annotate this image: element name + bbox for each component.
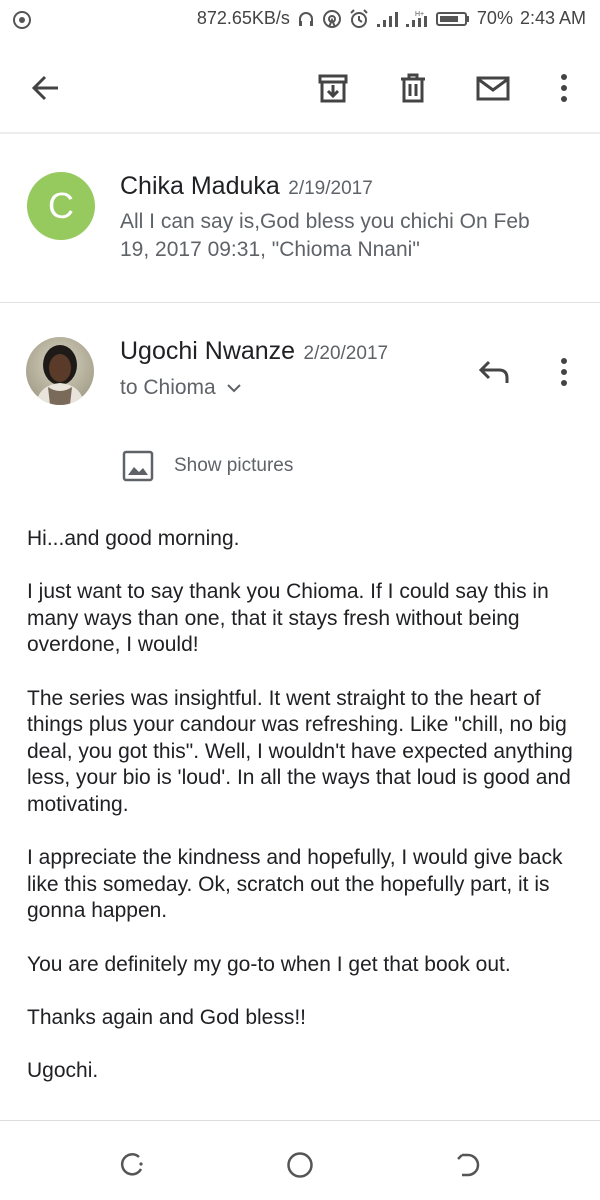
- body-paragraph: Ugochi.: [27, 1058, 99, 1082]
- sender-name: Ugochi Nwanze: [120, 337, 296, 365]
- mark-unread-button[interactable]: [473, 68, 513, 108]
- show-pictures-label: Show pictures: [174, 455, 294, 476]
- body-paragraph: I appreciate the kindness and hopefully,…: [27, 846, 563, 923]
- arrow-back-icon: [31, 75, 58, 101]
- chevron-down-icon: [227, 384, 241, 393]
- image-icon: [122, 450, 154, 482]
- message-date: 2/20/2017: [303, 343, 389, 364]
- show-pictures-button[interactable]: Show pictures: [122, 450, 293, 482]
- recipient-line: to Chioma: [120, 376, 216, 399]
- message-more-button[interactable]: [544, 352, 584, 392]
- back-button[interactable]: [26, 68, 66, 108]
- message-header: Ugochi Nwanze 2/20/2017: [120, 337, 388, 366]
- message-date: 2/19/2017: [288, 178, 373, 199]
- body-paragraph: Thanks again and God bless!!: [27, 1005, 307, 1029]
- more-options-button[interactable]: [544, 68, 584, 108]
- navigation-bar: [0, 1121, 600, 1200]
- status-bar: 872.65KB/s H+ 70% 2:43 AM: [0, 0, 600, 40]
- reply-button[interactable]: [474, 352, 514, 392]
- recents-icon: [120, 1153, 143, 1176]
- alarm-icon: [350, 8, 368, 28]
- home-circle-icon: [287, 1152, 313, 1178]
- headphones-icon: [298, 11, 313, 26]
- message-snippet: All I can say is,God bless you chichi On…: [120, 210, 530, 261]
- toolbar-divider: [0, 132, 600, 134]
- recents-button[interactable]: [113, 1145, 153, 1185]
- home-button[interactable]: [280, 1145, 320, 1185]
- signal-icon: [376, 11, 398, 27]
- record-icon: [13, 11, 31, 29]
- network-type: H+: [415, 11, 424, 18]
- body-paragraph: The series was insightful. It went strai…: [27, 686, 573, 816]
- avatar[interactable]: C: [27, 172, 95, 240]
- delete-button[interactable]: [393, 68, 433, 108]
- clock: 2:43 AM: [519, 8, 586, 28]
- avatar-letter: C: [48, 185, 74, 226]
- profile-photo: [26, 337, 94, 405]
- mail-icon: [476, 76, 510, 101]
- message-header: Chika Maduka 2/19/2017: [120, 172, 373, 201]
- sender-name: Chika Maduka: [120, 172, 280, 200]
- archive-button[interactable]: [313, 68, 353, 108]
- more-vert-icon: [561, 358, 567, 386]
- battery-percent: 70%: [476, 8, 513, 28]
- avatar[interactable]: [26, 337, 94, 405]
- recipient-details-toggle[interactable]: to Chioma: [120, 376, 242, 400]
- hotspot-icon: [322, 9, 341, 28]
- body-paragraph: Hi...and good morning.: [27, 527, 240, 550]
- more-vert-icon: [561, 74, 567, 102]
- battery-icon: [435, 11, 469, 26]
- signal-icon-2: H+: [405, 11, 427, 27]
- message-body: Hi...and good morning. I just want to sa…: [27, 526, 587, 1111]
- toolbar: [0, 48, 600, 128]
- body-paragraph: I just want to say thank you Chioma. If …: [27, 580, 549, 657]
- message-divider: [0, 302, 600, 303]
- nav-back-icon: [457, 1153, 480, 1177]
- body-paragraph: You are definitely my go-to when I get t…: [27, 952, 511, 976]
- nav-back-button[interactable]: [447, 1145, 487, 1185]
- archive-icon: [318, 74, 348, 103]
- reply-icon: [478, 360, 509, 383]
- network-speed: 872.65KB/s: [196, 8, 290, 28]
- trash-icon: [401, 73, 425, 103]
